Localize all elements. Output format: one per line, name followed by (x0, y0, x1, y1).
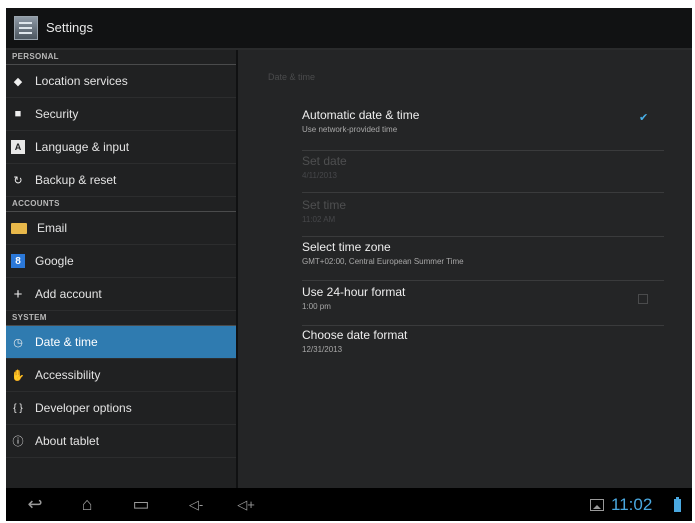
pane-header: Date & time (268, 72, 316, 82)
location-icon: ◆ (13, 75, 23, 88)
setting-title: Select time zone (302, 240, 391, 254)
volume-down-button[interactable]: ◁- (182, 488, 210, 521)
sidebar-item-language-input[interactable]: A Language & input (6, 131, 236, 164)
sidebar-item-about-tablet[interactable]: ⓘ About tablet (6, 425, 236, 458)
setting-automatic-date-time[interactable]: Automatic date & time Use network-provid… (302, 108, 664, 151)
sidebar-item-label: Google (35, 254, 74, 268)
add-icon: + (13, 285, 23, 303)
setting-select-time-zone[interactable]: Select time zone GMT+02:00, Central Euro… (302, 240, 664, 281)
recent-apps-button[interactable]: ▭ (126, 488, 156, 521)
section-header-personal: PERSONAL (6, 50, 236, 65)
setting-summary: GMT+02:00, Central European Summer Time (302, 257, 464, 266)
status-clock[interactable]: 11:02 (611, 495, 652, 515)
sidebar-item-label: About tablet (35, 434, 100, 448)
setting-use-24-hour-format[interactable]: Use 24-hour format 1:00 pm (302, 285, 664, 326)
sidebar-item-google[interactable]: 8 Google (6, 245, 236, 278)
google-icon: 8 (11, 254, 25, 268)
screenshot-notification-icon[interactable] (590, 499, 604, 511)
sidebar-item-backup-reset[interactable]: ↻ Backup & reset (6, 164, 236, 197)
setting-choose-date-format[interactable]: Choose date format 12/31/2013 (302, 328, 664, 368)
language-icon: A (11, 140, 25, 154)
sidebar-item-add-account[interactable]: + Add account (6, 278, 236, 311)
setting-title: Automatic date & time (302, 108, 420, 122)
setting-summary: 1:00 pm (302, 302, 331, 311)
automatic-date-time-checkbox[interactable] (639, 111, 650, 125)
info-icon: ⓘ (12, 436, 24, 448)
setting-set-time: Set time 11:02 AM (302, 198, 664, 237)
back-button[interactable]: ↩ (20, 488, 50, 521)
date-time-pane: Date & time Automatic date & time Use ne… (238, 50, 692, 488)
braces-icon: { } (13, 402, 23, 414)
sidebar-item-label: Date & time (35, 335, 98, 349)
sidebar-item-security[interactable]: ■ Security (6, 98, 236, 131)
sidebar-item-label: Security (35, 107, 79, 121)
setting-summary: Use network-provided time (302, 125, 398, 134)
sidebar-item-label: Language & input (35, 140, 130, 154)
system-navigation-bar: ↩ ⌂ ▭ ◁- ◁+ 11:02 (6, 488, 692, 521)
setting-title: Set date (302, 154, 347, 168)
clock-icon: ◷ (13, 336, 23, 349)
section-header-system: SYSTEM (6, 311, 236, 326)
setting-set-date: Set date 4/11/2013 (302, 154, 664, 193)
use-24-hour-checkbox[interactable] (638, 294, 648, 304)
sidebar-item-email[interactable]: Email (6, 212, 236, 245)
action-bar: Settings (6, 8, 692, 50)
sidebar-item-label: Email (37, 221, 68, 235)
recent-apps-icon: ▭ (132, 494, 150, 514)
sidebar-item-label: Add account (35, 287, 102, 301)
sidebar-item-label: Developer options (35, 401, 132, 415)
setting-title: Use 24-hour format (302, 285, 406, 299)
backup-icon: ↻ (13, 174, 23, 187)
sidebar-item-accessibility[interactable]: ✋ Accessibility (6, 359, 236, 392)
setting-title: Set time (302, 198, 347, 212)
setting-title: Choose date format (302, 328, 408, 342)
back-icon: ↩ (27, 494, 43, 514)
lock-icon: ■ (14, 108, 22, 120)
setting-summary: 11:02 AM (302, 215, 336, 224)
home-icon: ⌂ (81, 494, 93, 514)
tablet-screen: Settings PERSONAL ◆ Location services ■ … (6, 8, 692, 521)
app-title: Settings (46, 20, 93, 35)
volume-down-icon: ◁- (188, 496, 204, 512)
accessibility-icon: ✋ (11, 369, 25, 382)
settings-sidebar: PERSONAL ◆ Location services ■ Security … (6, 50, 236, 488)
setting-summary: 4/11/2013 (302, 171, 337, 180)
sidebar-item-location-services[interactable]: ◆ Location services (6, 65, 236, 98)
battery-icon (674, 497, 681, 512)
sidebar-item-label: Location services (35, 74, 128, 88)
volume-up-icon: ◁+ (237, 496, 255, 512)
section-header-accounts: ACCOUNTS (6, 197, 236, 212)
settings-app-icon[interactable] (14, 16, 38, 40)
sidebar-item-date-time[interactable]: ◷ Date & time (6, 326, 236, 359)
sidebar-item-label: Backup & reset (35, 173, 117, 187)
volume-up-button[interactable]: ◁+ (232, 488, 260, 521)
sidebar-item-label: Accessibility (35, 368, 101, 382)
email-icon (11, 222, 27, 234)
home-button[interactable]: ⌂ (72, 488, 102, 521)
setting-summary: 12/31/2013 (302, 345, 343, 354)
sidebar-item-developer-options[interactable]: { } Developer options (6, 392, 236, 425)
